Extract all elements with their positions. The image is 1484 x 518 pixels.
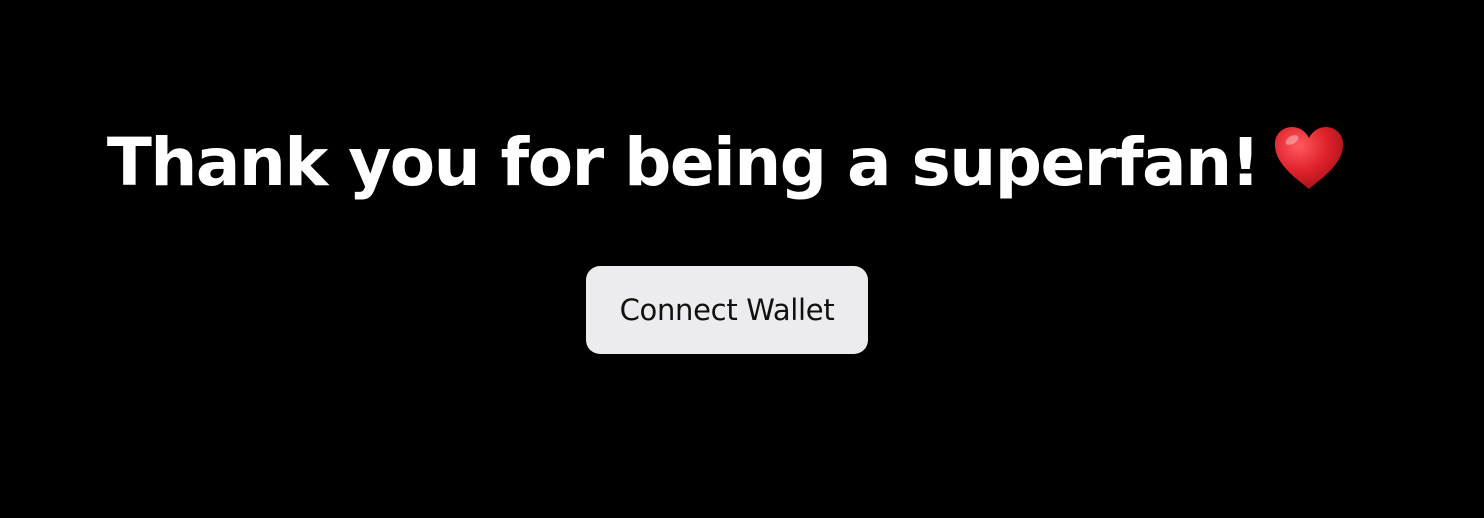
page-title: Thank you for being a superfan! xyxy=(0,118,1452,208)
page: Thank you for being a superfan! Connect … xyxy=(0,0,1484,518)
headline-text: Thank you for being a superfan! xyxy=(106,124,1261,201)
heart-icon xyxy=(1273,125,1345,191)
connect-wallet-button[interactable]: Connect Wallet xyxy=(586,266,868,354)
